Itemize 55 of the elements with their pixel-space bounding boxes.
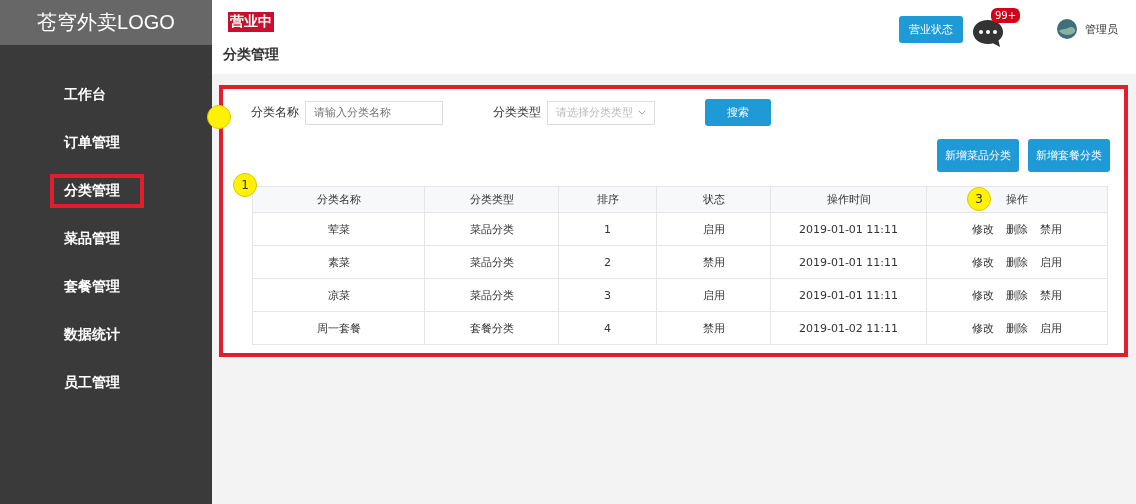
table-cell: 启用 [656,278,771,312]
action-link[interactable]: 删除 [1006,320,1028,336]
table-cell: 2019-01-01 11:11 [770,278,927,312]
sidebar-item[interactable]: 套餐管理 [50,270,134,304]
table-cell: 禁用 [656,245,771,279]
column-header: 操作时间 [770,186,927,213]
sidebar-item[interactable]: 菜品管理 [50,222,134,256]
sidebar-item[interactable]: 工作台 [50,78,120,112]
action-link[interactable]: 删除 [1006,221,1028,237]
action-link[interactable]: 修改 [972,221,994,237]
column-header: 状态 [656,186,771,213]
user-name[interactable]: 管理员 [1085,21,1118,37]
action-link[interactable]: 修改 [972,254,994,270]
table-cell: 1 [558,212,657,246]
table-cell: 素菜 [252,245,425,279]
input-field[interactable]: 请输入分类名称 [305,100,443,125]
action-link[interactable]: 启用 [1040,254,1062,270]
caret-icon [638,110,646,115]
column-header: 分类类型 [424,186,559,213]
table-cell: 荤菜 [252,212,425,246]
table-cell: 套餐分类 [424,311,559,345]
filter-label: 分类类型 [493,104,541,121]
sidebar-item[interactable]: 分类管理 [50,174,144,208]
action-link[interactable]: 删除 [1006,254,1028,270]
action-link[interactable]: 启用 [1040,320,1062,336]
table-cell: 3 [558,278,657,312]
sidebar-item[interactable]: 员工管理 [50,366,134,400]
column-header: 排序 [558,186,657,213]
table-cell: 菜品分类 [424,245,559,279]
table-cell: 2019-01-02 11:11 [770,311,927,345]
column-header: 分类名称 [252,186,425,213]
annotation-marker: 1 [233,173,257,197]
table-cell: 2019-01-01 11:11 [770,212,927,246]
table-cell: 凉菜 [252,278,425,312]
table-cell: 2019-01-01 11:11 [770,245,927,279]
table-cell: 2 [558,245,657,279]
action-link[interactable]: 禁用 [1040,287,1062,303]
chat-icon[interactable] [971,18,1005,48]
sidebar-item[interactable]: 订单管理 [50,126,134,160]
table-cell: 4 [558,311,657,345]
action-link[interactable]: 禁用 [1040,221,1062,237]
notification-badge: 99+ [991,8,1021,23]
action-link[interactable]: 修改 [972,320,994,336]
avatar-icon[interactable] [1057,19,1077,39]
table-cell: 菜品分类 [424,212,559,246]
table-cell: 启用 [656,212,771,246]
action-link[interactable]: 修改 [972,287,994,303]
status-badge: 营业中 [228,12,274,32]
filter-label: 分类名称 [251,104,299,121]
action-link[interactable]: 删除 [1006,287,1028,303]
logo-text: 苍穹外卖LOGO [0,0,212,45]
table-cell: 周一套餐 [252,311,425,345]
sidebar-item[interactable]: 数据统计 [50,318,134,352]
table-cell: 禁用 [656,311,771,345]
table-cell: 菜品分类 [424,278,559,312]
